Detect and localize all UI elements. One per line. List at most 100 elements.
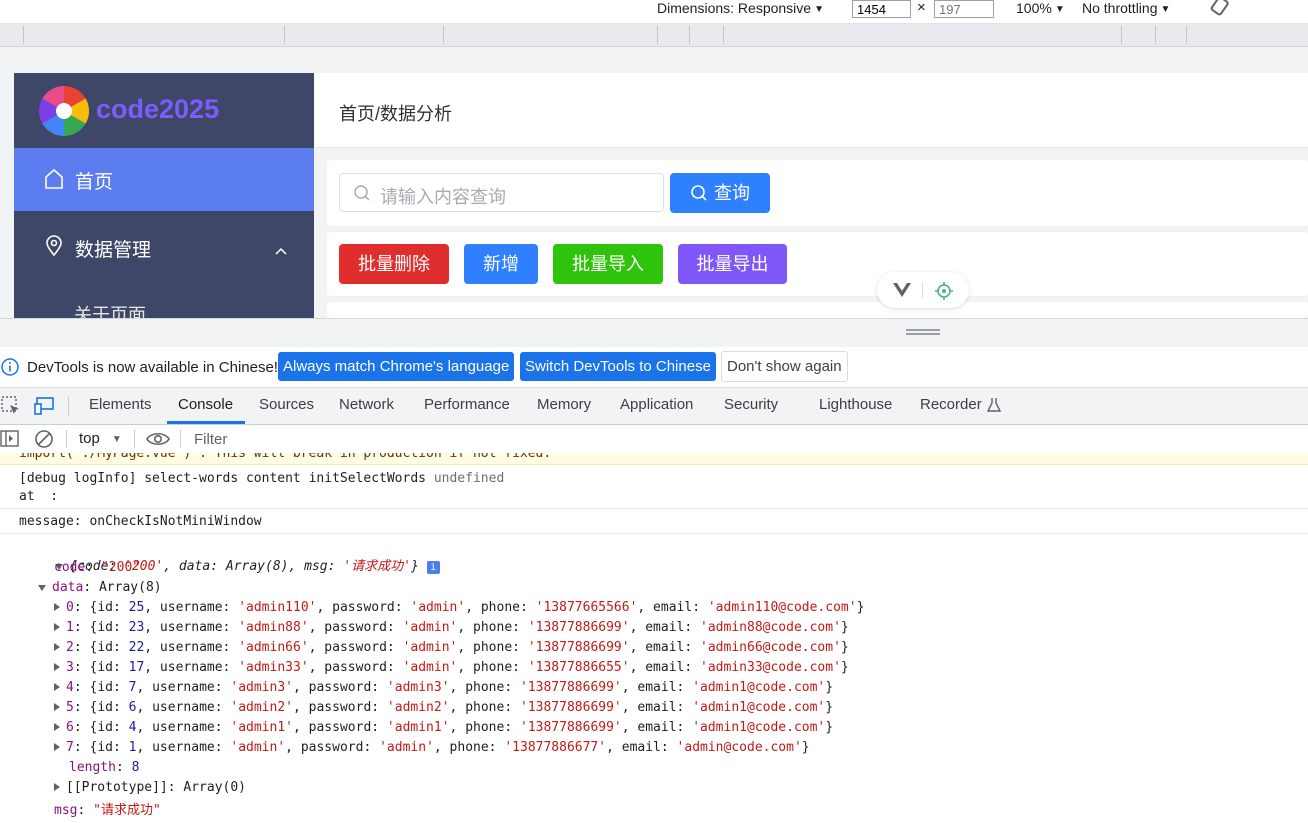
language-infobar: DevTools is now available in Chinese! Al…: [0, 347, 1308, 388]
expand-triangle-icon[interactable]: [54, 663, 60, 671]
times-icon: ×: [917, 0, 926, 16]
zoom-label: 100%: [1016, 0, 1052, 16]
expand-triangle-icon[interactable]: [54, 703, 60, 711]
data-row[interactable]: 4: {id: 7, username: 'admin3', password:…: [0, 680, 1308, 695]
prop-msg: msg: "请求成功": [54, 803, 161, 818]
dimensions-dropdown[interactable]: Dimensions: Responsive ▼: [657, 0, 824, 18]
sidebar-item-home[interactable]: 首页: [14, 148, 314, 211]
console-at-line: at :: [19, 489, 59, 504]
batch-export-button[interactable]: 批量导出: [678, 244, 787, 284]
height-input[interactable]: [934, 0, 994, 18]
eye-icon[interactable]: [146, 431, 170, 451]
data-row[interactable]: 3: {id: 17, username: 'admin33', passwor…: [0, 660, 1308, 675]
add-button[interactable]: 新增: [464, 244, 538, 284]
switch-to-chinese-button[interactable]: Switch DevTools to Chinese: [520, 352, 716, 381]
expand-triangle-icon[interactable]: [54, 723, 60, 731]
debug-value: undefined: [433, 471, 505, 486]
chevron-down-icon: ▼: [1160, 4, 1171, 15]
vue-devtools-toggle[interactable]: [877, 272, 969, 308]
filter-input[interactable]: Filter: [188, 427, 1308, 451]
tab-lighthouse[interactable]: Lighthouse: [819, 396, 892, 413]
query-button-label: 查询: [714, 183, 750, 203]
tab-memory[interactable]: Memory: [537, 396, 591, 413]
filter-placeholder: Filter: [194, 431, 228, 448]
expand-triangle-icon[interactable]: [38, 585, 46, 591]
logo-text: code2025: [96, 94, 220, 124]
data-row[interactable]: 5: {id: 6, username: 'admin2', password:…: [0, 700, 1308, 715]
data-row[interactable]: 1: {id: 23, username: 'admin88', passwor…: [0, 620, 1308, 635]
location-pin-icon: [45, 235, 63, 263]
prop-data[interactable]: data: Array(8): [0, 580, 1308, 595]
data-row[interactable]: 7: {id: 1, username: 'admin', password: …: [0, 740, 1308, 755]
data-row[interactable]: 2: {id: 22, username: 'admin66', passwor…: [0, 640, 1308, 655]
search-icon: [690, 184, 708, 202]
device-toolbar: Dimensions: Responsive▼ × 100%▼ No throt…: [0, 0, 1308, 24]
console-debug-line: [debug logInfo] select-words content ini…: [0, 471, 1308, 486]
sidebar-item-label: 数据管理: [75, 240, 152, 261]
vue-logo-icon: [893, 283, 911, 302]
main-header: 首页/数据分析: [314, 73, 1308, 148]
search-input[interactable]: 请输入内容查询: [339, 173, 664, 212]
chevron-down-icon: ▼: [1054, 4, 1065, 15]
dont-show-again-button[interactable]: Don't show again: [721, 351, 848, 382]
tab-console[interactable]: Console: [178, 396, 233, 413]
throttling-dropdown[interactable]: No throttling ▼: [1082, 0, 1170, 18]
batch-import-button[interactable]: 批量导入: [553, 244, 663, 284]
expand-triangle-icon[interactable]: [54, 623, 60, 631]
device-toggle-icon[interactable]: [34, 396, 56, 420]
prop-code: code: "200": [54, 560, 141, 575]
prop-prototype[interactable]: [[Prototype]]: Array(0): [0, 780, 1308, 795]
always-match-language-button[interactable]: Always match Chrome's language: [278, 352, 515, 381]
tab-application[interactable]: Application: [620, 396, 693, 413]
search-placeholder: 请输入内容查询: [380, 187, 506, 207]
target-icon: [935, 282, 953, 305]
infobar-message: DevTools is now available in Chinese!: [27, 359, 278, 376]
chevron-down-icon: ▼: [814, 4, 824, 15]
sidebar-item-label: 首页: [75, 172, 114, 193]
sidebar-item-data-mgmt[interactable]: 数据管理: [14, 213, 314, 279]
home-icon: [44, 168, 64, 196]
devtools-splitter[interactable]: [0, 318, 1308, 348]
tab-recorder[interactable]: Recorder: [920, 396, 982, 413]
tab-sources[interactable]: Sources: [259, 396, 314, 413]
debug-text: [debug logInfo] select-words content ini…: [19, 471, 426, 486]
console-warning-line: import('./MyPage.vue')`: This will break…: [0, 453, 1308, 465]
sidebar-item-about[interactable]: 关于页面: [14, 295, 314, 318]
tab-security[interactable]: Security: [724, 396, 778, 413]
expand-triangle-icon[interactable]: [54, 783, 60, 791]
clear-console-icon[interactable]: [34, 429, 54, 453]
expand-triangle-icon[interactable]: [54, 683, 60, 691]
data-row[interactable]: 6: {id: 4, username: 'admin1', password:…: [0, 720, 1308, 735]
expand-triangle-icon[interactable]: [54, 643, 60, 651]
expand-triangle-icon[interactable]: [54, 743, 60, 751]
tab-network[interactable]: Network: [339, 396, 394, 413]
flask-icon: [986, 397, 1002, 417]
tab-elements[interactable]: Elements: [89, 396, 152, 413]
expand-triangle-icon[interactable]: [54, 603, 60, 611]
console-message-line: message: onCheckIsNotMiniWindow: [19, 514, 262, 529]
search-card: 请输入内容查询 查询: [327, 160, 1308, 226]
search-icon: [353, 184, 371, 207]
inspect-element-icon[interactable]: [1, 396, 21, 420]
data-row[interactable]: 0: {id: 25, username: 'admin110', passwo…: [0, 600, 1308, 615]
table-card: [327, 302, 1308, 318]
rotate-icon[interactable]: [1209, 0, 1231, 19]
sidebar-toggle-icon[interactable]: [0, 430, 20, 452]
width-input[interactable]: [852, 0, 911, 18]
media-query-ruler[interactable]: [0, 24, 1308, 47]
throttling-label: No throttling: [1082, 0, 1158, 16]
dimensions-label: Dimensions: Responsive: [657, 0, 812, 16]
chevron-down-icon: ▼: [111, 434, 122, 445]
context-label: top: [79, 430, 100, 447]
query-button[interactable]: 查询: [670, 173, 770, 213]
console-output: import('./MyPage.vue')`: This will break…: [0, 453, 1308, 823]
active-tab-indicator: [167, 421, 245, 424]
context-selector[interactable]: top ▼: [79, 430, 122, 447]
zoom-dropdown[interactable]: 100% ▼: [1016, 0, 1065, 18]
batch-delete-button[interactable]: 批量删除: [339, 244, 449, 284]
sidebar-item-label: 关于页面: [74, 305, 146, 318]
breadcrumb: 首页/数据分析: [339, 104, 453, 124]
tab-performance[interactable]: Performance: [424, 396, 510, 413]
logo-icon: [39, 86, 89, 136]
chevron-up-icon: [275, 239, 287, 261]
